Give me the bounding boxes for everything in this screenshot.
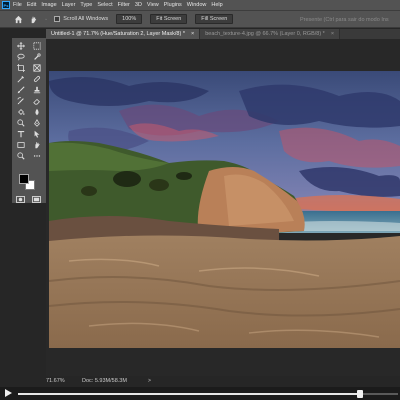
- dodge-tool-icon[interactable]: [13, 117, 29, 128]
- close-icon[interactable]: ×: [191, 31, 194, 37]
- rectangle-tool-icon[interactable]: [13, 139, 29, 150]
- paint-bucket-tool-icon[interactable]: [13, 106, 29, 117]
- menu-view[interactable]: View: [147, 0, 159, 10]
- scroll-all-windows-label: Scroll All Windows: [63, 16, 109, 22]
- hand-tool-preset-icon[interactable]: [29, 15, 38, 24]
- frame-tool-icon[interactable]: [29, 62, 45, 73]
- more-tools-icon[interactable]: [29, 150, 45, 161]
- eraser-tool-icon[interactable]: [29, 95, 45, 106]
- move-tool-icon[interactable]: [13, 40, 29, 51]
- video-controls: [0, 387, 400, 400]
- menu-layer[interactable]: Layer: [62, 0, 76, 10]
- marquee-tool-icon[interactable]: [29, 40, 45, 51]
- play-icon[interactable]: [3, 388, 13, 398]
- spot-healing-tool-icon[interactable]: [29, 73, 45, 84]
- menu-bar: Ps File Edit Image Layer Type Select Fil…: [0, 0, 400, 10]
- zoom-tool-icon[interactable]: [13, 150, 29, 161]
- type-tool-icon[interactable]: [13, 128, 29, 139]
- scroll-all-windows-checkbox[interactable]: [54, 16, 61, 22]
- brush-tool-icon[interactable]: [13, 84, 29, 95]
- document-canvas[interactable]: [49, 71, 400, 348]
- pen-tool-icon[interactable]: [29, 117, 45, 128]
- menu-select[interactable]: Select: [97, 0, 112, 10]
- home-icon[interactable]: [14, 15, 23, 24]
- menu-plugins[interactable]: Plugins: [164, 0, 182, 10]
- tools-panel: [12, 38, 46, 203]
- tab-beach-texture[interactable]: beach_texture-4.jpg @ 66.7% (Layer 0, RG…: [200, 29, 341, 39]
- menu-type[interactable]: Type: [80, 0, 92, 10]
- beach-landscape-image: [49, 71, 400, 348]
- foreground-color-swatch[interactable]: [19, 174, 29, 184]
- screen-mode-icon[interactable]: [32, 196, 41, 205]
- document-tabs: Untitled-1 @ 71.7% (Hue/Saturation 2, La…: [46, 29, 400, 39]
- clone-stamp-tool-icon[interactable]: [29, 84, 45, 95]
- lasso-tool-icon[interactable]: [13, 51, 29, 62]
- preset-dropdown-icon[interactable]: ⌄: [44, 16, 48, 22]
- close-icon[interactable]: ×: [331, 31, 334, 37]
- tab-untitled-1[interactable]: Untitled-1 @ 71.7% (Hue/Saturation 2, La…: [46, 29, 201, 39]
- fit-screen-button[interactable]: Fit Screen: [150, 14, 188, 24]
- fill-screen-button[interactable]: Fill Screen: [195, 14, 234, 24]
- menu-filter[interactable]: Filter: [118, 0, 130, 10]
- history-brush-tool-icon[interactable]: [13, 95, 29, 106]
- tab-label: Untitled-1 @ 71.7% (Hue/Saturation 2, La…: [51, 31, 185, 37]
- video-progress-track[interactable]: [18, 390, 398, 398]
- hand-tool-icon[interactable]: [29, 139, 45, 150]
- path-selection-tool-icon[interactable]: [29, 128, 45, 139]
- quick-selection-tool-icon[interactable]: [29, 51, 45, 62]
- options-bar: ⌄ Scroll All Windows 100% Fit Screen Fil…: [0, 10, 400, 28]
- menu-3d[interactable]: 3D: [135, 0, 142, 10]
- canvas-workspace[interactable]: [46, 39, 400, 376]
- menu-image[interactable]: Image: [41, 0, 56, 10]
- quick-mask-icon[interactable]: [16, 196, 25, 205]
- photoshop-logo-icon[interactable]: Ps: [2, 1, 10, 9]
- eyedropper-tool-icon[interactable]: [13, 73, 29, 84]
- zoom-100-button[interactable]: 100%: [116, 14, 143, 24]
- menu-file[interactable]: File: [13, 0, 22, 10]
- overlay-hint-text: Presente (Ctrl para sair do modo Ins: [300, 17, 389, 23]
- zoom-level[interactable]: 71.67%: [46, 378, 65, 384]
- menu-window[interactable]: Window: [187, 0, 207, 10]
- menu-help[interactable]: Help: [211, 0, 222, 10]
- video-scrub-handle[interactable]: [357, 390, 363, 398]
- menu-edit[interactable]: Edit: [27, 0, 36, 10]
- tab-label: beach_texture-4.jpg @ 66.7% (Layer 0, RG…: [205, 31, 325, 37]
- video-progress-played: [18, 393, 360, 395]
- blur-tool-icon[interactable]: [29, 106, 45, 117]
- status-bar: 71.67% Doc: 5.93M/58.3M >: [0, 376, 400, 387]
- status-menu-arrow[interactable]: >: [148, 378, 151, 384]
- document-size: Doc: 5.93M/58.3M: [82, 378, 127, 384]
- crop-tool-icon[interactable]: [13, 62, 29, 73]
